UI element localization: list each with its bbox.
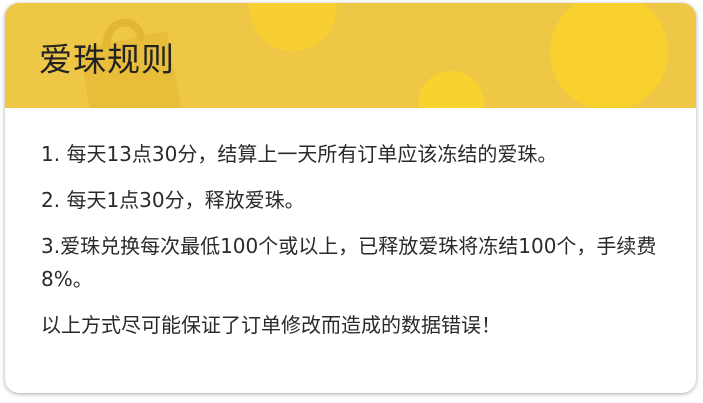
rules-card: 爱珠规则 1. 每天13点30分，结算上一天所有订单应该冻结的爱珠。 2. 每天… — [5, 3, 696, 393]
screen: 爱珠规则 1. 每天13点30分，结算上一天所有订单应该冻结的爱珠。 2. 每天… — [0, 0, 703, 403]
rule-item: 2. 每天1点30分，释放爱珠。 — [41, 188, 305, 212]
decorative-circle — [418, 71, 484, 108]
rule-item: 3.爱珠兑换每次最低100个或以上，已释放爱珠将冻结100个，手续费8%。 — [41, 234, 657, 291]
rule-item: 1. 每天13点30分，结算上一天所有订单应该冻结的爱珠。 — [41, 142, 558, 166]
panel-title: 爱珠规则 — [39, 40, 175, 79]
rules-list: 1. 每天13点30分，结算上一天所有订单应该冻结的爱珠。 2. 每天1点30分… — [41, 138, 671, 342]
decorative-circle — [550, 3, 668, 108]
card-header: 爱珠规则 — [5, 3, 696, 108]
decorative-circle — [249, 3, 337, 51]
rule-note: 以上方式尽可能保证了订单修改而造成的数据错误！ — [41, 313, 501, 337]
